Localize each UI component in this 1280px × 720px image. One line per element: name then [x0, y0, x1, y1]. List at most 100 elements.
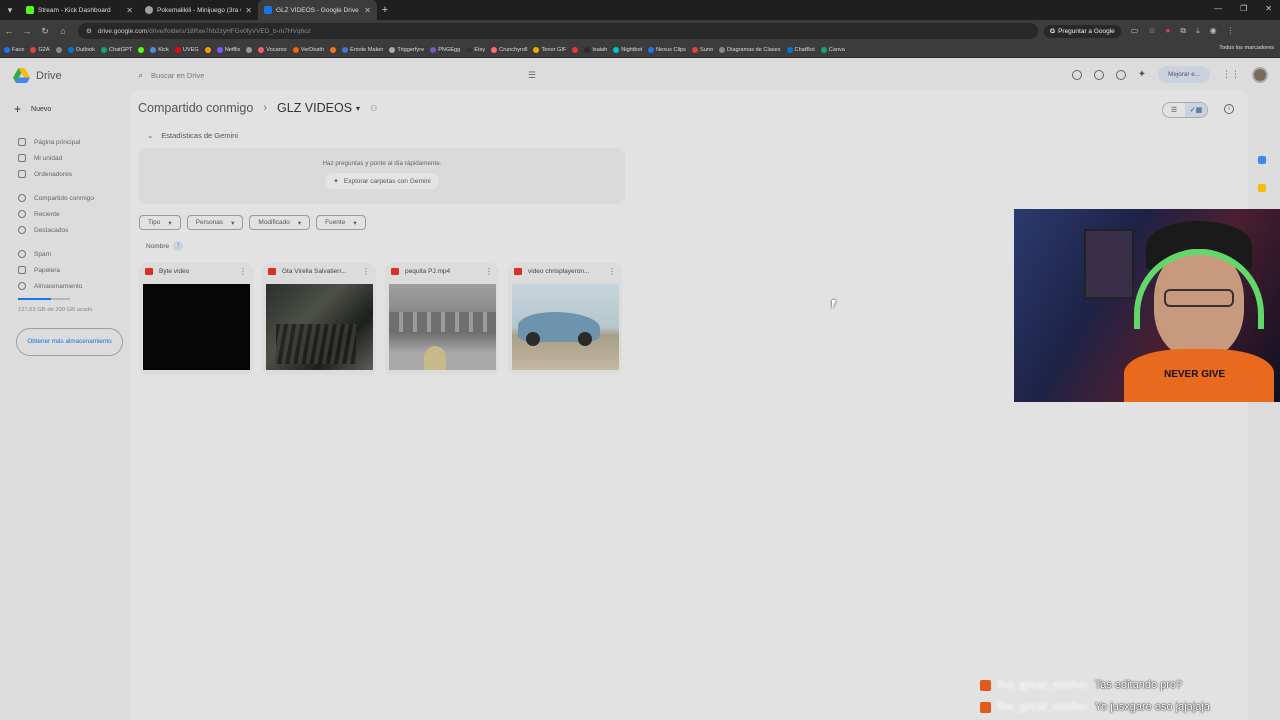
- home-icon[interactable]: ⌂: [54, 26, 72, 36]
- site-info-icon[interactable]: ⚙: [86, 27, 92, 35]
- settings-icon[interactable]: [1115, 69, 1126, 80]
- shared-folder-icon[interactable]: ⚇: [370, 104, 377, 113]
- bookmark-item[interactable]: VerDeath: [292, 46, 324, 53]
- bookmark-item[interactable]: Kick: [150, 46, 169, 53]
- back-icon[interactable]: ←: [0, 26, 18, 36]
- bookmark-item[interactable]: Suno: [691, 46, 714, 53]
- tab-google-drive[interactable]: GLZ VIDEOS - Google Drive ✕: [258, 0, 377, 20]
- bookmark-item[interactable]: [330, 46, 337, 53]
- bookmark-item[interactable]: Netflix: [216, 46, 240, 53]
- upgrade-button[interactable]: Mejorar e...: [1158, 66, 1210, 83]
- bookmark-item[interactable]: Canva: [820, 46, 845, 53]
- file-card[interactable]: Byte video ⋮: [139, 263, 253, 375]
- bookmark-item[interactable]: Tenor GIF: [533, 46, 566, 53]
- get-more-storage-button[interactable]: Obtener más almacenamiento: [16, 328, 123, 356]
- star-icon[interactable]: ☆: [1148, 26, 1155, 36]
- bookmark-item[interactable]: Outlook: [67, 46, 95, 53]
- filter-source[interactable]: Fuente ▾: [316, 215, 366, 230]
- bookmark-item[interactable]: Isaiah: [584, 46, 607, 53]
- list-view-button[interactable]: ☰: [1163, 103, 1185, 117]
- gemini-section-toggle[interactable]: ⌄ Estadísticas de Gemini: [147, 131, 238, 140]
- close-icon[interactable]: ✕: [364, 6, 371, 15]
- sidebar-item-spam[interactable]: Spam: [18, 246, 128, 262]
- bookmark-item[interactable]: Etsy: [466, 46, 485, 53]
- more-options-icon[interactable]: ⋮: [362, 267, 370, 276]
- menu-icon[interactable]: ⋮: [1227, 26, 1235, 36]
- bookmark-item[interactable]: G2A: [30, 46, 50, 53]
- bookmark-item[interactable]: PNGEgg: [430, 46, 460, 53]
- bookmark-item[interactable]: Vocaroo: [258, 46, 287, 53]
- file-card[interactable]: video chrisplayeron... ⋮: [508, 263, 622, 375]
- download-icon[interactable]: ⤓: [1196, 26, 1200, 36]
- breadcrumb-current[interactable]: GLZ VIDEOS ▾: [277, 101, 360, 115]
- new-button[interactable]: + Nuevo: [14, 102, 51, 116]
- bookmark-item[interactable]: [246, 46, 253, 53]
- search-input[interactable]: ⌕ Buscar en Drive ☰: [132, 64, 542, 86]
- sidebar-item-starred[interactable]: Destacados: [18, 222, 128, 238]
- bookmark-item[interactable]: [572, 46, 579, 53]
- more-options-icon[interactable]: ⋮: [239, 267, 247, 276]
- details-info-icon[interactable]: i: [1224, 104, 1234, 114]
- forward-icon[interactable]: →: [18, 26, 36, 36]
- drive-logo[interactable]: Drive: [13, 68, 62, 83]
- bookmark-item[interactable]: ChatGPT: [100, 46, 132, 53]
- sort-by-name[interactable]: Nombre ↑: [146, 241, 184, 251]
- bookmark-item[interactable]: Triggerfyre: [389, 46, 424, 53]
- bookmark-item[interactable]: ChatBot: [786, 46, 815, 53]
- reload-icon[interactable]: ↻: [36, 26, 54, 37]
- all-bookmarks-button[interactable]: Todos los marcadores: [1219, 45, 1274, 51]
- restore-icon[interactable]: ❐: [1240, 4, 1247, 13]
- bookmark-item[interactable]: Emote Maker: [342, 46, 383, 53]
- bookmark-label: Suno: [699, 46, 714, 53]
- cast-icon[interactable]: ▭: [1131, 26, 1139, 36]
- avatar[interactable]: [1252, 66, 1268, 83]
- search-options-icon[interactable]: ☰: [528, 70, 536, 81]
- close-window-icon[interactable]: ✕: [1265, 4, 1272, 13]
- bookmark-item[interactable]: Nightbot: [613, 46, 642, 53]
- more-options-icon[interactable]: ⋮: [485, 267, 493, 276]
- bookmark-item[interactable]: Diagramas de Clases: [719, 46, 781, 53]
- bookmark-item[interactable]: Face: [4, 46, 24, 53]
- bookmark-item[interactable]: [55, 46, 62, 53]
- arrow-up-icon[interactable]: ↑: [173, 241, 184, 251]
- bookmark-item[interactable]: [204, 46, 211, 53]
- offline-status-icon[interactable]: [1071, 69, 1082, 80]
- filter-people[interactable]: Personas ▾: [186, 215, 244, 230]
- sidebar-item-recent[interactable]: Reciente: [18, 206, 128, 222]
- extensions-icon[interactable]: ⧉: [1180, 26, 1186, 36]
- profile-icon[interactable]: ◉: [1210, 26, 1217, 36]
- gemini-sparkle-icon[interactable]: ✦: [1138, 69, 1146, 80]
- calendar-icon[interactable]: [1258, 156, 1266, 164]
- file-card[interactable]: pequita PJ.mp4 ⋮: [385, 263, 499, 375]
- bookmark-item[interactable]: UVEG: [174, 46, 199, 53]
- ask-google-button[interactable]: G Preguntar a Google: [1044, 24, 1121, 38]
- sidebar-item-my-drive[interactable]: Mi unidad: [18, 150, 128, 166]
- tab-search-icon[interactable]: ▾: [0, 0, 20, 20]
- extension-record-icon[interactable]: ●: [1166, 26, 1171, 36]
- keep-icon[interactable]: [1258, 184, 1266, 192]
- apps-grid-icon[interactable]: ⋮⋮: [1222, 69, 1240, 80]
- bookmark-item[interactable]: Nexus Clips: [648, 46, 686, 53]
- minimize-icon[interactable]: —: [1214, 4, 1222, 13]
- breadcrumb-parent[interactable]: Compartido conmigo: [138, 101, 253, 115]
- file-card[interactable]: Gta Virella Salvatierr... ⋮: [262, 263, 376, 375]
- grid-view-button[interactable]: ✓▦: [1185, 103, 1207, 117]
- filter-type[interactable]: Tipo ▾: [139, 215, 181, 230]
- sidebar-item-storage[interactable]: Almacenamiento: [18, 278, 128, 294]
- sidebar-item-computers[interactable]: Ordenadores: [18, 166, 128, 182]
- filter-modified[interactable]: Modificado ▾: [249, 215, 311, 230]
- tab-kick-dashboard[interactable]: Stream - Kick Dashboard ✕: [20, 0, 139, 20]
- bookmark-item[interactable]: Crunchyroll: [491, 46, 527, 53]
- sidebar-item-trash[interactable]: Papelera: [18, 262, 128, 278]
- bookmark-item[interactable]: [138, 46, 145, 53]
- explore-gemini-button[interactable]: ✦ Explorar carpetas con Gemini: [325, 173, 439, 189]
- sidebar-item-home[interactable]: Página principal: [18, 134, 128, 150]
- url-field[interactable]: ⚙ drive.google.com/drive/folders/18Rxe7h…: [78, 23, 1038, 39]
- close-icon[interactable]: ✕: [245, 6, 252, 15]
- sidebar-item-shared[interactable]: Compartido conmigo: [18, 190, 128, 206]
- close-icon[interactable]: ✕: [126, 6, 133, 15]
- tab-pokemalikili[interactable]: Pokemalikili - Minijuego (3ra G ✕: [139, 0, 258, 20]
- more-options-icon[interactable]: ⋮: [608, 267, 616, 276]
- new-tab-icon[interactable]: +: [377, 4, 393, 16]
- help-icon[interactable]: [1093, 69, 1104, 80]
